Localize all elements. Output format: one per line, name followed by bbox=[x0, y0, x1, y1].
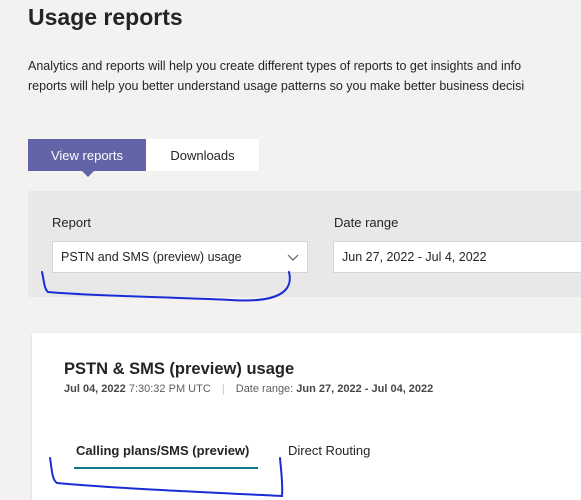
report-view-tabs: View reports Downloads bbox=[28, 139, 259, 177]
tab-view-reports[interactable]: View reports bbox=[28, 139, 146, 177]
chevron-down-icon bbox=[287, 254, 299, 261]
usage-reports-page: Usage reports Analytics and reports will… bbox=[0, 0, 581, 500]
report-dropdown-value: PSTN and SMS (preview) usage bbox=[61, 250, 242, 264]
description-line-1: Analytics and reports will help you crea… bbox=[28, 59, 522, 73]
tab-calling-plans-sms[interactable]: Calling plans/SMS (preview) bbox=[74, 443, 258, 469]
date-range-picker[interactable]: Jun 27, 2022 - Jul 4, 2022 bbox=[333, 241, 581, 273]
date-range-value: Jun 27, 2022 - Jul 4, 2022 bbox=[342, 250, 487, 264]
report-card: PSTN & SMS (preview) usage Jul 04, 2022 … bbox=[32, 333, 581, 500]
report-dropdown[interactable]: PSTN and SMS (preview) usage bbox=[52, 241, 308, 273]
filter-panel: Report PSTN and SMS (preview) usage Date… bbox=[28, 191, 581, 297]
page-title: Usage reports bbox=[28, 4, 183, 30]
date-range-label: Date range bbox=[334, 215, 399, 230]
report-card-title: PSTN & SMS (preview) usage bbox=[64, 360, 295, 378]
report-sub-tabs: Calling plans/SMS (preview) Direct Routi… bbox=[74, 443, 372, 469]
report-card-meta: Jul 04, 2022 7:30:32 PM UTC | Date range… bbox=[64, 383, 433, 395]
tab-downloads[interactable]: Downloads bbox=[146, 139, 259, 171]
meta-date-range-value: Jun 27, 2022 - Jul 04, 2022 bbox=[296, 383, 434, 395]
page-description: Analytics and reports will help you crea… bbox=[28, 56, 581, 96]
tab-direct-routing[interactable]: Direct Routing bbox=[286, 443, 372, 469]
description-line-2: reports will help you better understand … bbox=[28, 79, 525, 93]
meta-separator: | bbox=[221, 383, 225, 395]
report-generated-date: Jul 04, 2022 bbox=[64, 383, 126, 395]
meta-date-range-label: Date range: bbox=[235, 383, 294, 395]
report-label: Report bbox=[52, 215, 92, 230]
report-generated-time: 7:30:32 PM UTC bbox=[128, 383, 211, 395]
